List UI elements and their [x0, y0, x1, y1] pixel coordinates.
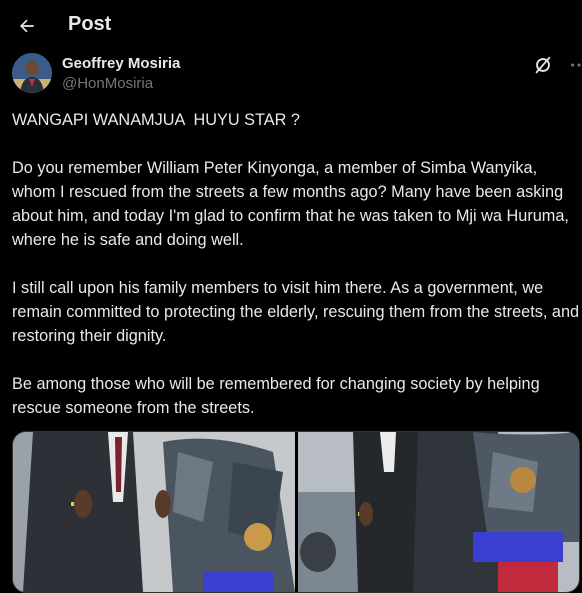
post-author: Geoffrey Mosiria @HonMosiria: [12, 53, 582, 93]
back-button[interactable]: [10, 9, 44, 43]
page-title: Post: [68, 13, 112, 35]
post-paragraph: Be among those who will be remembered fo…: [12, 375, 545, 417]
post-paragraph: Do you remember William Peter Kinyonga, …: [12, 159, 574, 249]
post-media: [12, 431, 580, 593]
more-horizontal-icon[interactable]: [568, 54, 582, 76]
author-name[interactable]: Geoffrey Mosiria: [62, 55, 180, 72]
avatar[interactable]: [12, 53, 52, 93]
post-paragraph: I still call upon his family members to …: [12, 279, 580, 345]
post-photo-2[interactable]: [297, 432, 579, 592]
author-handle[interactable]: @HonMosiria: [62, 75, 153, 92]
post-paragraph-title: WANGAPI WANAMJUA HUYU STAR ?: [12, 111, 300, 129]
post-photo-1[interactable]: [13, 432, 295, 592]
top-bar: Post: [0, 0, 582, 53]
grok-icon[interactable]: [532, 54, 554, 76]
post-text: WANGAPI WANAMJUA HUYU STAR ? Do you reme…: [12, 108, 580, 444]
arrow-left-icon: [20, 19, 34, 33]
